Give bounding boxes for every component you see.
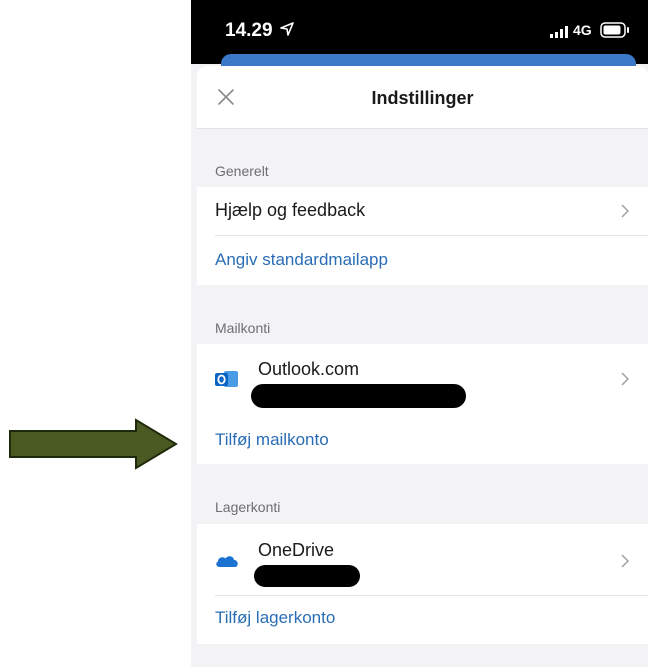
help-feedback-label: Hjælp og feedback — [215, 200, 366, 220]
section-label-storage-accounts: Lagerkonti — [215, 499, 281, 515]
general-group: Hjælp og feedback Angiv standardmailapp — [197, 187, 648, 285]
add-mail-account-link: Tilføj mailkonto — [215, 430, 329, 449]
network-type: 4G — [573, 22, 592, 38]
signal-bars-icon — [550, 26, 568, 38]
pointer-arrow-icon — [9, 418, 178, 470]
storage-accounts-group: OneDrive Tilføj lagerkonto — [197, 524, 648, 644]
outlook-icon — [215, 371, 238, 387]
phone-screen: 14.29 4G Indstillinger Generelt Hjælp og… — [191, 0, 648, 667]
chevron-right-icon — [621, 372, 629, 386]
location-arrow-icon — [280, 22, 294, 36]
chevron-right-icon — [621, 204, 629, 218]
redacted-email — [251, 384, 466, 408]
set-default-mail-link: Angiv standardmailapp — [215, 250, 388, 269]
set-default-mail-row[interactable]: Angiv standardmailapp — [197, 236, 648, 285]
mail-accounts-group: Outlook.com Tilføj mailkonto — [197, 344, 648, 464]
onedrive-cloud-icon — [216, 556, 238, 567]
add-storage-account-row[interactable]: Tilføj lagerkonto — [197, 596, 648, 644]
onedrive-account-name: OneDrive — [258, 540, 335, 560]
settings-sheet: Indstillinger Generelt Hjælp og feedback… — [197, 66, 648, 667]
sheet-header: Indstillinger — [197, 66, 648, 129]
page-title: Indstillinger — [371, 88, 474, 108]
add-mail-account-row[interactable]: Tilføj mailkonto — [197, 420, 648, 464]
onedrive-account-row[interactable]: OneDrive — [197, 524, 648, 594]
redacted-email — [254, 565, 360, 587]
outlook-account-row[interactable]: Outlook.com — [197, 344, 648, 414]
status-time: 14.29 — [225, 20, 273, 41]
section-label-mail-accounts: Mailkonti — [215, 320, 271, 336]
section-label-general: Generelt — [215, 163, 269, 179]
help-feedback-row[interactable]: Hjælp og feedback — [197, 187, 648, 235]
add-storage-account-link: Tilføj lagerkonto — [215, 608, 336, 627]
chevron-right-icon — [621, 554, 629, 568]
battery-icon — [600, 22, 629, 38]
outlook-account-name: Outlook.com — [258, 359, 360, 379]
